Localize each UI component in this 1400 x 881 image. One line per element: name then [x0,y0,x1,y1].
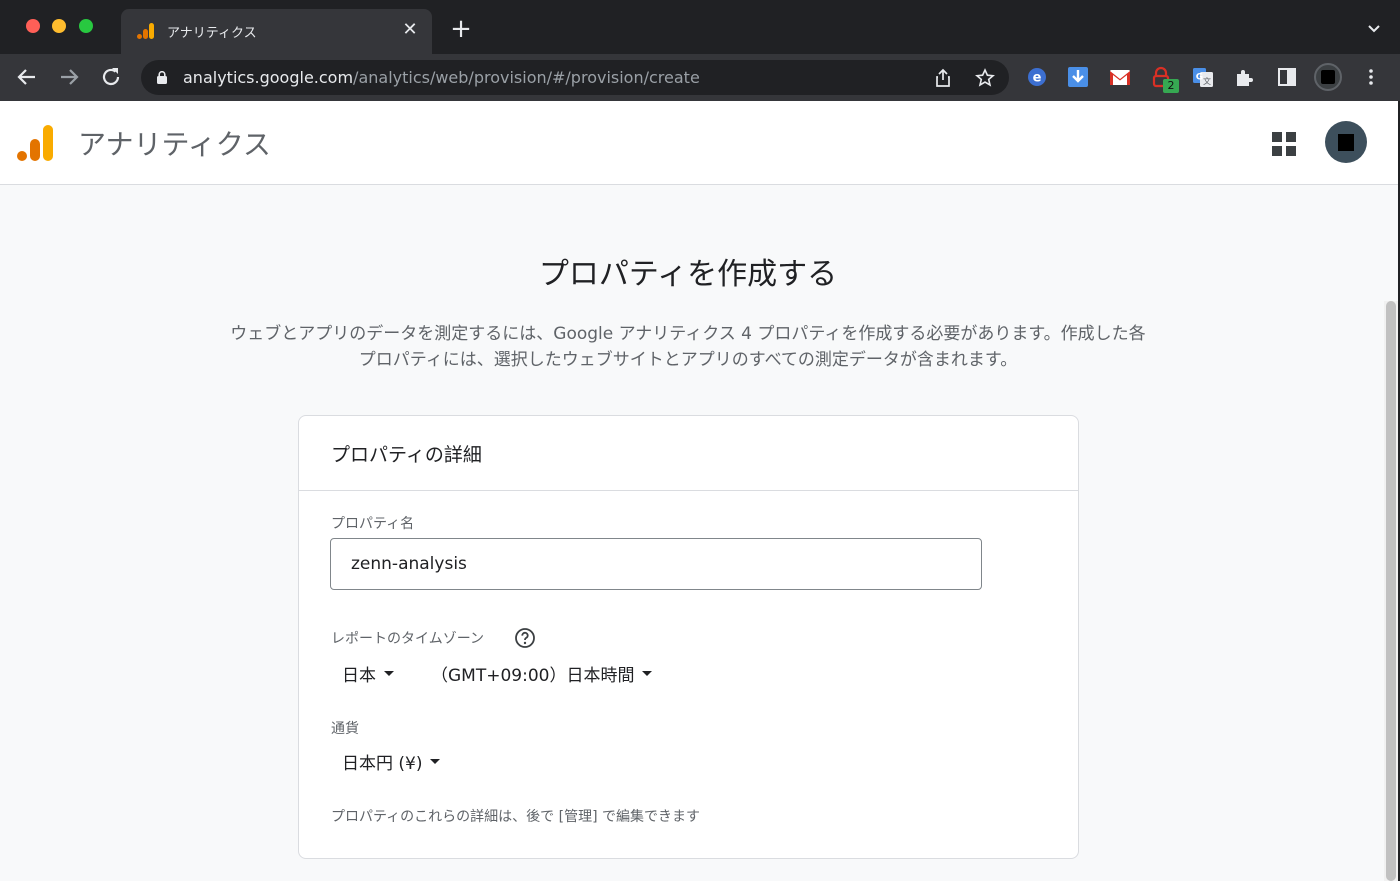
extension-badge: 2 [1163,79,1179,93]
url-text[interactable]: analytics.google.com/analytics/web/provi… [183,68,700,87]
browser-profile-avatar[interactable] [1314,63,1342,91]
browser-tab-analytics[interactable]: アナリティクス ✕ [121,9,432,54]
bookmark-star-icon[interactable] [975,68,995,88]
browser-menu-icon[interactable] [1361,67,1381,87]
intro-line-2: プロパティには、選択したウェブサイトとアプリのすべての測定データが含まれます。 [358,350,1018,370]
intro-text: ウェブとアプリのデータを測定するには、Google アナリティクス 4 プロパテ… [180,321,1196,373]
card-title: プロパティの詳細 [331,444,482,466]
forward-arrow-icon[interactable] [56,64,82,90]
new-tab-plus-icon[interactable]: + [448,16,474,42]
lock-icon[interactable] [157,71,167,84]
currency-label: 通貨 [331,721,359,737]
app-title: アナリティクス [78,128,271,161]
currency-value: 日本円 (¥) [342,753,423,774]
svg-text:e: e [1033,71,1042,86]
property-details-card: プロパティの詳細 プロパティ名 レポートのタイムゾーン 日本 （GMT+09:0… [298,415,1079,859]
property-name-label: プロパティ名 [331,516,415,532]
timezone-zone-dropdown[interactable]: （GMT+09:00）日本時間 [431,658,653,688]
gmail-icon[interactable] [1109,66,1131,88]
puzzle-icon[interactable] [1234,66,1256,88]
svg-text:文: 文 [1203,76,1211,86]
property-name-input[interactable] [330,538,982,590]
url-path: /analytics/web/provision/#/provision/cre… [353,68,700,87]
window-minimize-button[interactable] [52,19,66,33]
translate-icon[interactable]: G 文 [1192,66,1214,88]
address-bar[interactable]: analytics.google.com/analytics/web/provi… [141,60,1009,95]
chevron-down-icon [430,758,441,764]
page-content: アナリティクス プロパティを作成する ウェブとアプリのデータを測定するには、Go… [0,101,1400,881]
share-icon[interactable] [933,68,953,88]
tab-search-chevron-icon[interactable] [1366,20,1382,36]
app-grid-icon[interactable] [1271,131,1297,157]
chevron-down-icon [642,670,653,676]
timezone-zone-value: （GMT+09:00）日本時間 [431,665,635,686]
window-close-button[interactable] [26,19,40,33]
back-arrow-icon[interactable] [14,64,40,90]
currency-dropdown[interactable]: 日本円 (¥) [342,746,441,776]
download-arrow-icon[interactable] [1067,66,1089,88]
chevron-down-icon [384,670,394,676]
analytics-logo-icon[interactable] [17,123,53,161]
card-divider [299,490,1078,491]
app-header: アナリティクス [0,101,1398,185]
help-question-icon[interactable] [514,627,536,649]
reload-icon[interactable] [98,64,124,90]
timezone-label: レポートのタイムゾーン [331,631,485,647]
window-zoom-button[interactable] [79,19,93,33]
side-panel-icon[interactable] [1276,66,1298,88]
timezone-country-value: 日本 [342,665,376,686]
e-extension-icon[interactable]: e [1026,66,1048,88]
page-title: プロパティを作成する [538,257,838,292]
tab-title: アナリティクス [167,26,257,41]
intro-line-1: ウェブとアプリのデータを測定するには、Google アナリティクス 4 プロパテ… [230,324,1146,344]
timezone-country-dropdown[interactable]: 日本 [342,658,394,688]
browser-title-bar: アナリティクス ✕ + [0,0,1400,54]
tab-close-icon[interactable]: ✕ [400,20,420,40]
analytics-favicon-icon [137,23,154,39]
browser-toolbar: analytics.google.com/analytics/web/provi… [0,54,1400,101]
scrollbar-thumb[interactable] [1386,301,1396,881]
url-host: analytics.google.com [183,68,354,87]
account-avatar[interactable] [1325,121,1367,163]
edit-later-hint: プロパティのこれらの詳細は、後で [管理] で編集できます [331,809,700,825]
